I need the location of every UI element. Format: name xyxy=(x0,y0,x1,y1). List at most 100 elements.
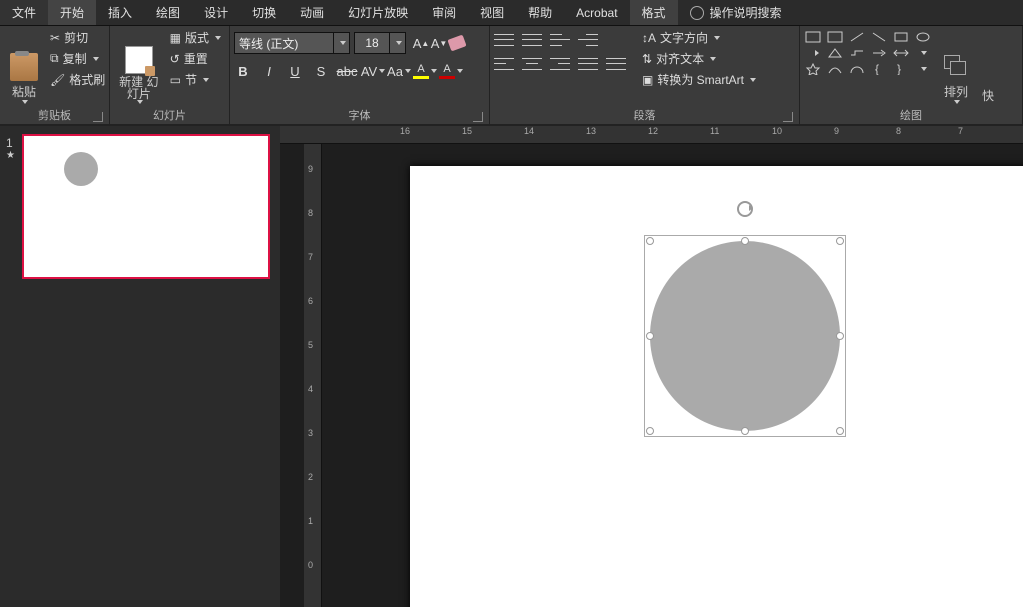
shape-curve-icon[interactable] xyxy=(826,62,844,76)
shapes-gallery[interactable]: { } xyxy=(804,30,934,76)
resize-handle-sw[interactable] xyxy=(646,427,654,435)
underline-button[interactable]: U xyxy=(286,62,304,80)
new-slide-button[interactable]: 新建 幻灯片 xyxy=(114,28,164,106)
increase-indent-button[interactable] xyxy=(578,32,598,48)
font-color-button[interactable]: A xyxy=(442,62,460,80)
resize-handle-s[interactable] xyxy=(741,427,749,435)
tab-insert[interactable]: 插入 xyxy=(96,0,144,25)
vertical-ruler[interactable]: 9876543210 xyxy=(304,144,322,607)
shape-rect-icon[interactable] xyxy=(892,30,910,44)
shape-arrow-icon[interactable] xyxy=(804,46,822,60)
align-left-button[interactable] xyxy=(494,56,514,72)
highlight-color-icon xyxy=(413,76,429,79)
section-icon: ▭ xyxy=(170,73,181,87)
shape-triangle-icon[interactable] xyxy=(826,46,844,60)
shape-star-icon[interactable] xyxy=(804,62,822,76)
shape-textbox-icon[interactable] xyxy=(804,30,822,44)
tab-design[interactable]: 设计 xyxy=(192,0,240,25)
shape-darrow-icon[interactable] xyxy=(892,46,910,60)
shape-expand-icon[interactable] xyxy=(914,62,932,76)
tab-transition[interactable]: 切换 xyxy=(240,0,288,25)
italic-button[interactable]: I xyxy=(260,62,278,80)
layout-button[interactable]: ▦版式 xyxy=(166,28,225,47)
slide-canvas[interactable] xyxy=(410,166,1023,607)
tab-acrobat[interactable]: Acrobat xyxy=(564,0,629,25)
shadow-button[interactable]: S xyxy=(312,62,330,80)
shape-arrow2-icon[interactable] xyxy=(870,46,888,60)
tab-help[interactable]: 帮助 xyxy=(516,0,564,25)
tab-format[interactable]: 格式 xyxy=(630,0,678,25)
shape-brace2-icon[interactable]: } xyxy=(892,62,910,76)
ribbon: 粘贴 ✂剪切 ⧉复制 🖌格式刷 剪贴板 新建 幻灯片 ▦版式 ↺重置 ▭节 幻灯… xyxy=(0,26,1023,126)
shape-line2-icon[interactable] xyxy=(870,30,888,44)
font-size-combo[interactable]: 18 xyxy=(354,32,390,54)
increase-font-button[interactable]: A▲ xyxy=(412,34,430,52)
strike-button[interactable]: abc xyxy=(338,62,356,80)
bullets-button[interactable] xyxy=(494,32,514,48)
reset-button[interactable]: ↺重置 xyxy=(166,49,225,68)
quick-styles-button[interactable]: 快 xyxy=(978,28,998,106)
resize-handle-ne[interactable] xyxy=(836,237,844,245)
group-clipboard: 粘贴 ✂剪切 ⧉复制 🖌格式刷 剪贴板 xyxy=(0,26,110,124)
font-name-combo[interactable]: 等线 (正文) xyxy=(234,32,334,54)
cut-button[interactable]: ✂剪切 xyxy=(46,28,109,47)
tell-me-search[interactable]: 操作说明搜索 xyxy=(678,0,794,25)
tab-draw[interactable]: 绘图 xyxy=(144,0,192,25)
tab-slideshow[interactable]: 幻灯片放映 xyxy=(336,0,420,25)
tab-home[interactable]: 开始 xyxy=(48,0,96,25)
bold-button[interactable]: B xyxy=(234,62,252,80)
dialog-launcher-icon[interactable] xyxy=(473,112,483,122)
clear-format-button[interactable] xyxy=(448,34,466,52)
thumbnail-panel[interactable]: 1 ★ xyxy=(0,126,280,607)
scissors-icon: ✂ xyxy=(50,31,60,45)
shape-more-icon[interactable] xyxy=(914,46,932,60)
shape-brace-icon[interactable]: { xyxy=(870,62,888,76)
font-size-dropdown[interactable] xyxy=(390,32,406,54)
tab-review[interactable]: 审阅 xyxy=(420,0,468,25)
new-slide-label: 新建 幻灯片 xyxy=(118,76,160,100)
dialog-launcher-icon[interactable] xyxy=(93,112,103,122)
shape-textbox2-icon[interactable] xyxy=(826,30,844,44)
resize-handle-nw[interactable] xyxy=(646,237,654,245)
resize-handle-e[interactable] xyxy=(836,332,844,340)
highlight-button[interactable]: A xyxy=(416,62,434,80)
align-text-button[interactable]: ⇅对齐文本 xyxy=(638,49,760,68)
section-button[interactable]: ▭节 xyxy=(166,70,225,89)
tab-view[interactable]: 视图 xyxy=(468,0,516,25)
columns-button[interactable] xyxy=(606,56,626,72)
font-name-dropdown[interactable] xyxy=(334,32,350,54)
horizontal-ruler[interactable]: 16151413121110987 xyxy=(280,126,1023,144)
align-center-button[interactable] xyxy=(522,56,542,72)
format-painter-button[interactable]: 🖌格式刷 xyxy=(46,70,109,89)
selection-border xyxy=(644,235,846,437)
text-direction-button[interactable]: ↕A文字方向 xyxy=(638,28,760,47)
shape-arc-icon[interactable] xyxy=(848,62,866,76)
shape-oval-icon[interactable] xyxy=(914,30,932,44)
slide-thumbnail-1[interactable] xyxy=(22,134,270,279)
decrease-font-button[interactable]: A▼ xyxy=(430,34,448,52)
tab-file[interactable]: 文件 xyxy=(0,0,48,25)
paste-label: 粘贴 xyxy=(12,83,36,100)
arrange-button[interactable]: 排列 xyxy=(936,28,976,106)
shape-connector-icon[interactable] xyxy=(848,46,866,60)
shape-line-icon[interactable] xyxy=(848,30,866,44)
resize-handle-w[interactable] xyxy=(646,332,654,340)
convert-smartart-button[interactable]: ▣转换为 SmartArt xyxy=(638,70,760,89)
char-spacing-button[interactable]: AV xyxy=(364,62,382,80)
resize-handle-se[interactable] xyxy=(836,427,844,435)
change-case-button[interactable]: Aa xyxy=(390,62,408,80)
selected-shape-oval[interactable] xyxy=(650,241,840,431)
rotation-handle[interactable] xyxy=(737,201,753,217)
svg-text:}: } xyxy=(897,63,901,75)
dialog-launcher-icon[interactable] xyxy=(783,112,793,122)
slide-number: 1 xyxy=(6,136,13,150)
align-right-button[interactable] xyxy=(550,56,570,72)
decrease-indent-button[interactable] xyxy=(550,32,570,48)
layout-icon: ▦ xyxy=(170,31,181,45)
resize-handle-n[interactable] xyxy=(741,237,749,245)
numbering-button[interactable] xyxy=(522,32,542,48)
justify-button[interactable] xyxy=(578,56,598,72)
paste-button[interactable]: 粘贴 xyxy=(4,28,44,106)
tab-animation[interactable]: 动画 xyxy=(288,0,336,25)
copy-button[interactable]: ⧉复制 xyxy=(46,49,109,68)
